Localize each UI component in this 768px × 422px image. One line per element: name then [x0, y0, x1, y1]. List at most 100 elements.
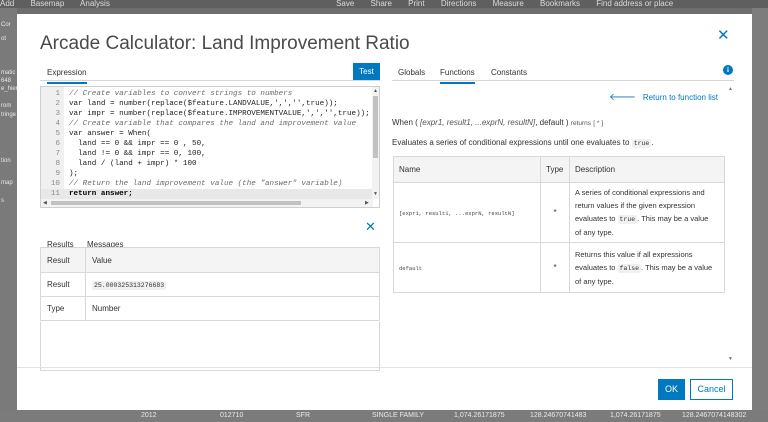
code-editor[interactable]: 1// Create variables to convert strings … — [40, 86, 380, 208]
param-name-text: default — [399, 265, 423, 272]
param-type: * — [540, 182, 570, 243]
desc-code: true — [631, 139, 652, 148]
bg-search: Find address or place — [596, 0, 674, 8]
bg-add: Add — [0, 0, 15, 8]
return-link-label: Return to function list — [642, 93, 718, 102]
code-line: 5 var answer = When( — [55, 130, 152, 138]
close-results-icon[interactable]: ✕ — [365, 219, 376, 235]
bg-save: Save — [336, 0, 355, 8]
dialog-title: Arcade Calculator: Land Improvement Rati… — [40, 33, 410, 54]
background-toolbar: Add Basemap Analysis Save Share Print Di… — [0, 0, 768, 8]
sig-prefix: When ( — [392, 118, 418, 127]
scroll-thumb[interactable] — [373, 96, 378, 158]
scroll-thumb[interactable] — [51, 201, 301, 205]
bg-cell: SINGLE FAMILY — [372, 412, 424, 419]
table-row: default * Returns this value if all expr… — [393, 242, 725, 293]
footer-divider — [17, 367, 752, 368]
table-header-row: Result Value — [40, 247, 380, 273]
function-description: Evaluates a series of conditional expres… — [392, 138, 654, 148]
bg-share: Share — [370, 0, 392, 8]
results-table: Result Value Result 25.000325313276683 T… — [40, 247, 380, 321]
cancel-button[interactable]: Cancel — [690, 379, 733, 400]
code-line: 1// Create variables to convert strings … — [55, 90, 293, 98]
code-line-current: 11 return answer; — [41, 189, 373, 199]
header-result: Result — [40, 247, 86, 273]
scroll-down-icon[interactable]: ▼ — [728, 356, 733, 362]
bg-frag: matic — [1, 70, 16, 76]
editor-horizontal-scrollbar[interactable]: ◀ ▶ — [41, 199, 373, 207]
tab-constants[interactable]: Constants — [491, 68, 527, 77]
bg-basemap: Basemap — [30, 0, 65, 8]
bg-frag: map — [1, 180, 13, 186]
desc-line: . This may be a value — [641, 262, 713, 272]
bg-frag: s — [1, 198, 4, 204]
row-value: 25.000325313276683 — [85, 272, 380, 297]
arcade-calculator-dialog: Arcade Calculator: Land Improvement Rati… — [17, 14, 752, 410]
table-row: Result 25.000325313276683 — [40, 272, 380, 297]
tab-expression[interactable]: Expression — [47, 68, 87, 84]
bg-frag: tringe — [1, 112, 17, 118]
desc-code: false — [617, 263, 642, 273]
ok-button[interactable]: OK — [658, 379, 685, 400]
param-name-text: [expr1, result1, ...exprN, resultN] — [399, 210, 515, 217]
desc-text: Evaluates a series of conditional expres… — [392, 138, 630, 147]
bg-directions: Directions — [440, 0, 477, 8]
sig-params: [expr1, result1, ...exprN, resultN] — [420, 118, 536, 127]
bg-cell: 2012 — [141, 412, 157, 419]
desc-end: . — [651, 138, 654, 147]
table-row: Type Number — [40, 296, 380, 321]
bg-print: Print — [408, 0, 425, 8]
desc-line: . This may be a value — [637, 214, 709, 223]
row-value: Number — [85, 296, 380, 321]
table-header-row: Name Type Description — [393, 156, 725, 183]
scroll-up-icon[interactable]: ▲ — [373, 88, 378, 94]
code-line: 9); — [55, 170, 79, 178]
bg-frag: 648 — [1, 78, 12, 84]
desc-line: of any type. — [575, 276, 614, 286]
bg-bookmarks: Bookmarks — [540, 0, 581, 8]
desc-line: evaluates to — [575, 262, 616, 272]
code-line: 4// Create variable that compares the la… — [55, 120, 357, 128]
scroll-down-icon[interactable]: ▼ — [373, 191, 378, 197]
code-line: 10// Return the land improvement value (… — [50, 180, 343, 188]
bg-frag: ot — [1, 36, 7, 42]
close-icon[interactable]: ✕ — [717, 26, 730, 44]
bg-cell: 128.24670741483 — [530, 412, 587, 419]
background-right-edge — [752, 8, 768, 410]
header-type: Type — [540, 156, 570, 183]
param-name: default — [393, 242, 541, 293]
right-panel-scrollbar[interactable]: ▲ ▼ — [727, 86, 734, 363]
bg-cell: 1,074.26171875 — [454, 412, 505, 419]
row-label: Result — [40, 272, 86, 297]
test-button[interactable]: Test — [353, 63, 380, 80]
header-value: Value — [85, 247, 380, 273]
bg-cell: 012710 — [220, 412, 244, 419]
scroll-up-icon[interactable]: ▲ — [728, 86, 733, 92]
results-empty-area — [40, 322, 380, 371]
background-sidebar: Cor ot matic 648 e_hier rom tringe tion … — [0, 8, 17, 410]
divider — [392, 80, 734, 81]
return-to-function-list-link[interactable]: 🡐 Return to function list — [609, 91, 718, 103]
param-description: Returns this value if all expressions ev… — [569, 242, 725, 293]
desc-line: evaluates to — [575, 214, 616, 223]
bg-analysis: Analysis — [80, 0, 110, 8]
sig-returns-type: [ * ] — [593, 120, 604, 127]
bg-cell: 1,074.26171875 — [610, 412, 661, 419]
tab-globals[interactable]: Globals — [398, 68, 425, 77]
param-type: * — [540, 242, 570, 293]
tab-functions[interactable]: Functions — [440, 68, 475, 84]
result-value: 25.000325313276683 — [92, 281, 167, 290]
desc-line: A series of conditional expressions and — [575, 188, 705, 197]
sig-returns-label: returns — [570, 120, 592, 127]
desc-line: return values if the given expression — [575, 201, 696, 210]
scroll-right-icon[interactable]: ▶ — [365, 200, 369, 206]
bg-frag: rom — [1, 103, 12, 109]
code-line: 3 var impr = number(replace($feature.IMPR… — [55, 110, 370, 118]
scroll-left-icon[interactable]: ◀ — [43, 200, 47, 206]
table-row: [expr1, result1, ...exprN, resultN] * A … — [393, 182, 725, 243]
sig-suffix: , default ) — [535, 118, 569, 127]
header-name: Name — [393, 156, 541, 183]
info-icon[interactable]: i — [723, 65, 733, 75]
bg-measure: Measure — [492, 0, 524, 8]
editor-vertical-scrollbar[interactable]: ▲ ▼ — [372, 87, 379, 199]
